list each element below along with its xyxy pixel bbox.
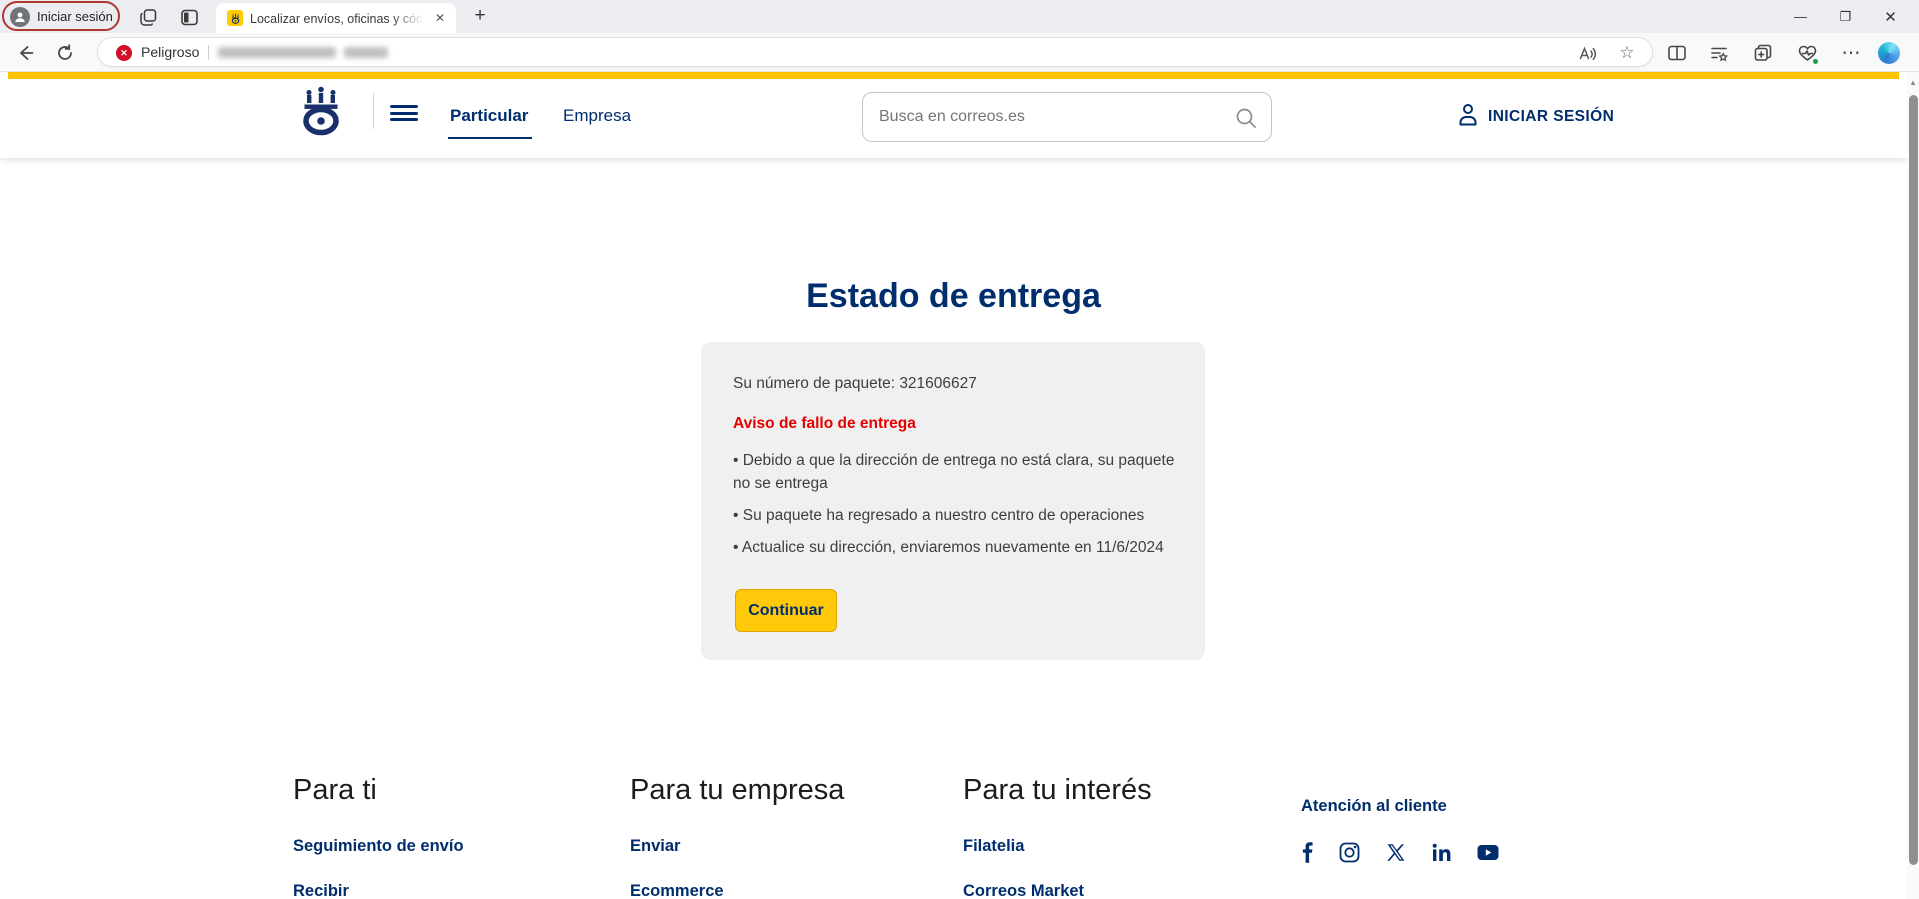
refresh-icon[interactable] xyxy=(54,42,76,64)
correos-logo[interactable] xyxy=(295,86,347,132)
iniciar-sesion-button[interactable]: INICIAR SESIÓN xyxy=(1458,103,1614,131)
footer-column-atencion: Atención al cliente xyxy=(1301,797,1447,816)
collections-icon[interactable] xyxy=(1752,42,1774,64)
favorites-icon[interactable] xyxy=(1708,42,1730,64)
tab-particular[interactable]: Particular xyxy=(450,106,528,126)
footer-link-recibir[interactable]: Recibir xyxy=(293,882,464,899)
customer-service-link[interactable]: Atención al cliente xyxy=(1301,797,1447,816)
browser-essentials-icon[interactable] xyxy=(1796,42,1818,64)
split-screen-icon[interactable] xyxy=(1666,42,1688,64)
footer-heading: Para tu empresa xyxy=(630,774,844,807)
social-icons xyxy=(1301,842,1499,863)
delivery-status-card: Su número de paquete: 321606627 Aviso de… xyxy=(701,342,1205,660)
continue-button[interactable]: Continuar xyxy=(735,589,837,632)
youtube-icon[interactable] xyxy=(1477,844,1499,861)
tab-empresa[interactable]: Empresa xyxy=(563,106,631,126)
close-window-button[interactable]: ✕ xyxy=(1868,0,1913,33)
bullet-item: • Debido a que la dirección de entrega n… xyxy=(733,449,1175,495)
x-icon[interactable] xyxy=(1386,843,1406,863)
browser-profile-button[interactable]: Iniciar sesión xyxy=(4,2,125,31)
address-bar[interactable]: ✕ Peligroso ☆ xyxy=(97,37,1653,67)
correos-favicon xyxy=(227,10,243,26)
copilot-icon[interactable] xyxy=(1878,42,1900,64)
footer-link-enviar-empresa[interactable]: Enviar xyxy=(630,837,844,856)
footer-column-para-tu-empresa: Para tu empresa Enviar Ecommerce Marketi… xyxy=(630,774,844,899)
browser-toolbar: ✕ Peligroso ☆ ⋯ xyxy=(0,33,1919,72)
redacted-url xyxy=(344,47,388,58)
site-search xyxy=(862,92,1272,142)
profile-avatar-icon xyxy=(10,7,30,27)
restore-button[interactable]: ❐ xyxy=(1823,0,1868,33)
scroll-up-icon[interactable]: ▲ xyxy=(1908,78,1918,88)
login-label: INICIAR SESIÓN xyxy=(1488,108,1614,126)
linkedin-icon[interactable] xyxy=(1432,843,1451,862)
footer-link-filatelia[interactable]: Filatelia xyxy=(963,837,1152,856)
facebook-icon[interactable] xyxy=(1301,842,1313,863)
vertical-tabs-icon[interactable] xyxy=(178,6,200,28)
scrollbar-thumb[interactable] xyxy=(1909,95,1918,865)
read-aloud-icon[interactable] xyxy=(1576,42,1598,64)
redacted-url xyxy=(218,47,336,58)
workspaces-icon[interactable] xyxy=(137,6,159,28)
search-icon[interactable] xyxy=(1235,107,1257,129)
browser-tab[interactable]: Localizar envíos, oficinas y códig ✕ xyxy=(216,3,456,33)
menu-icon[interactable] xyxy=(390,105,418,121)
browser-window: Iniciar sesión xyxy=(0,0,1919,899)
package-number-line: Su número de paquete: 321606627 xyxy=(733,375,1175,393)
tab-bar: Iniciar sesión xyxy=(0,0,1919,33)
add-favorite-icon[interactable]: ☆ xyxy=(1616,42,1638,64)
minimize-button[interactable]: — xyxy=(1778,0,1823,33)
correos-yellow-band xyxy=(8,72,1899,79)
instagram-icon[interactable] xyxy=(1339,842,1360,863)
site-header: Particular Empresa INICIAR SESIÓN xyxy=(0,79,1907,158)
profile-label: Iniciar sesión xyxy=(37,9,113,24)
bullet-item: • Actualice su dirección, enviaremos nue… xyxy=(733,536,1175,559)
footer-heading: Para tu interés xyxy=(963,774,1152,807)
footer-link-seguimiento[interactable]: Seguimiento de envío xyxy=(293,837,464,856)
back-icon[interactable] xyxy=(14,42,36,64)
search-input[interactable] xyxy=(879,94,1229,140)
new-tab-button[interactable]: + xyxy=(468,4,492,28)
user-icon xyxy=(1458,103,1478,131)
delivery-failure-alert: Aviso de fallo de entrega xyxy=(733,415,1175,433)
danger-icon[interactable]: ✕ xyxy=(116,45,132,61)
webpage: Particular Empresa INICIAR SESIÓN Estado… xyxy=(0,72,1907,899)
footer-heading: Para ti xyxy=(293,774,464,807)
footer-column-para-tu-interes: Para tu interés Filatelia Correos Market… xyxy=(963,774,1152,899)
window-controls: — ❐ ✕ xyxy=(1778,0,1913,33)
tab-close-icon[interactable]: ✕ xyxy=(432,10,448,26)
footer-link-ecommerce[interactable]: Ecommerce xyxy=(630,882,844,899)
footer-link-correos-market[interactable]: Correos Market xyxy=(963,882,1152,899)
page-scrollbar[interactable]: ▲ xyxy=(1907,72,1919,899)
active-tab-underline xyxy=(448,137,532,139)
bullet-item: • Su paquete ha regresado a nuestro cent… xyxy=(733,504,1175,527)
page-title: Estado de entrega xyxy=(0,277,1907,316)
danger-label: Peligroso xyxy=(141,44,199,60)
footer-column-para-ti: Para ti Seguimiento de envío Recibir Env… xyxy=(293,774,464,899)
settings-more-icon[interactable]: ⋯ xyxy=(1840,42,1862,64)
